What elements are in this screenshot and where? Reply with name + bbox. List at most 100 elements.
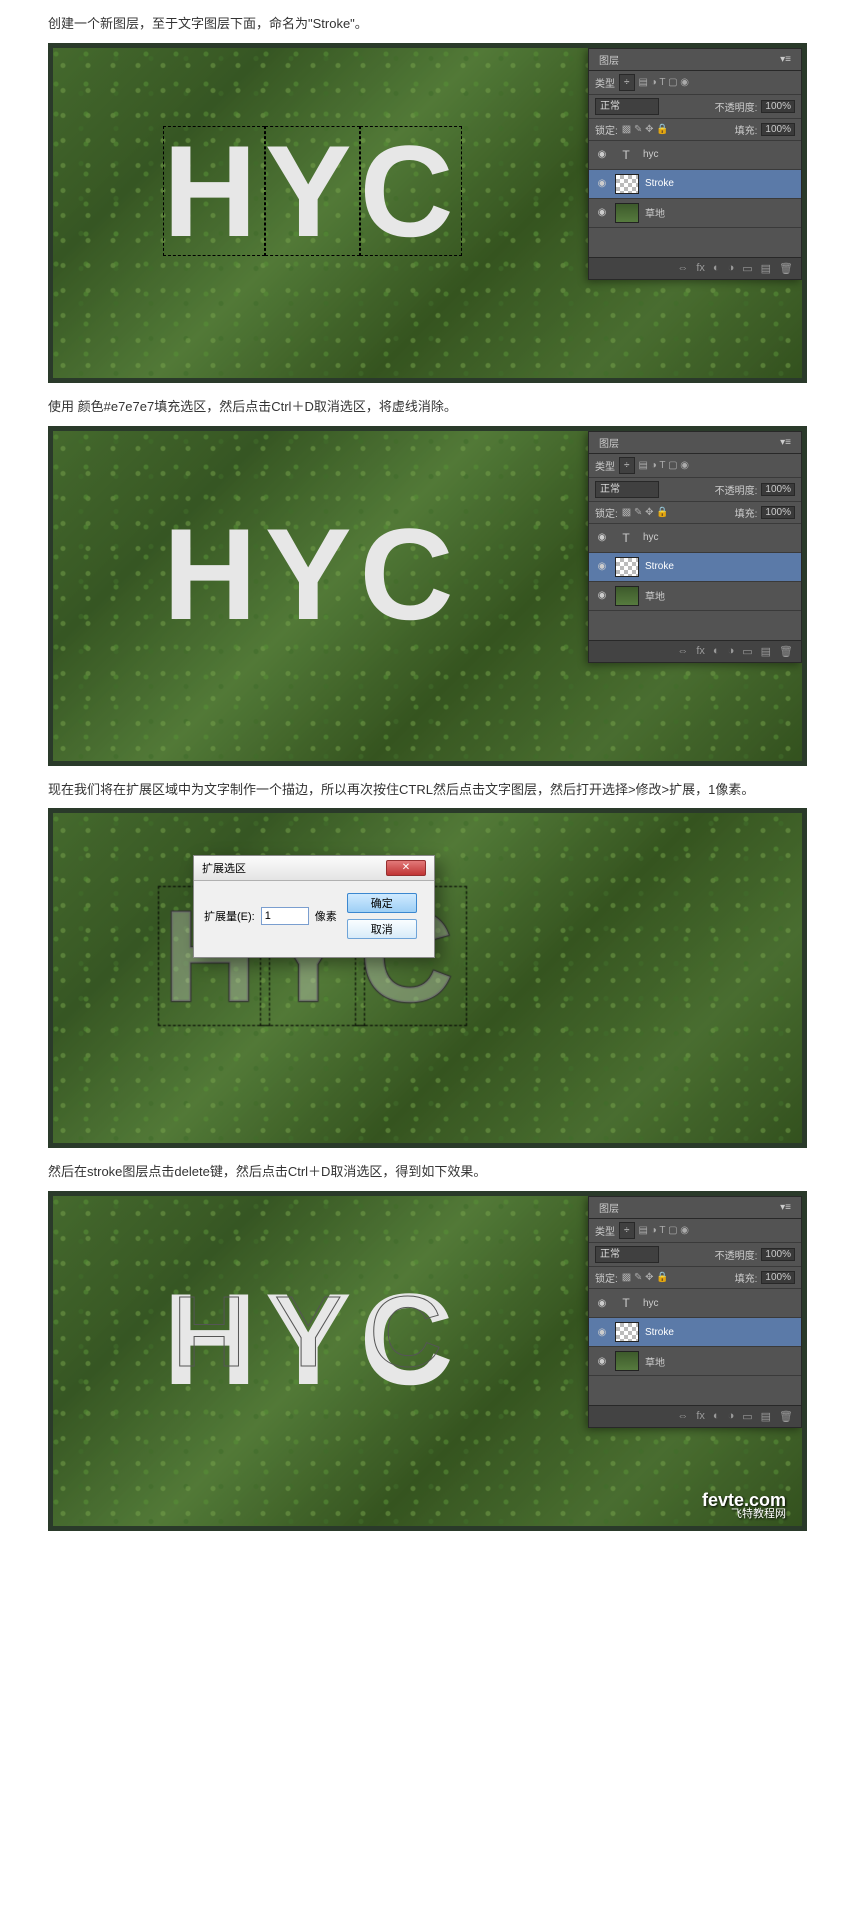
filter-dropdown[interactable]: ÷ <box>619 457 635 474</box>
blend-mode-select[interactable]: 正常 <box>595 98 659 115</box>
group-icon[interactable]: ▭ <box>742 1410 752 1423</box>
step4-caption: 然后在stroke图层点击delete键，然后点击Ctrl＋D取消选区，得到如下… <box>48 1162 807 1183</box>
panel-menu-icon[interactable]: ▾≡ <box>780 1202 791 1213</box>
panel-title: 图层 <box>599 52 619 67</box>
opacity-value[interactable]: 100% <box>761 483 795 496</box>
visibility-icon[interactable]: ◉ <box>595 149 609 160</box>
link-icon[interactable]: ⇔ <box>677 645 688 658</box>
new-layer-icon[interactable]: ▤ <box>761 645 771 658</box>
panel-bottom-icons[interactable]: ⇔ fx ◐ ◑ ▭ ▤ 🗑 <box>589 1405 801 1427</box>
visibility-icon[interactable]: ◉ <box>595 1327 609 1338</box>
visibility-icon[interactable]: ◉ <box>595 178 609 189</box>
stroke-layer-name: Stroke <box>645 561 674 572</box>
opacity-label: 不透明度: <box>715 482 758 497</box>
layer-grass[interactable]: ◉ 草地 <box>589 199 801 228</box>
layer-hyc[interactable]: ◉ T hyc <box>589 141 801 170</box>
close-icon[interactable]: ✕ <box>386 860 426 876</box>
mask-icon[interactable]: ◐ <box>713 645 720 658</box>
panel-menu-icon[interactable]: ▾≡ <box>780 437 791 448</box>
panel-bottom-icons[interactable]: ⇔ fx ◐ ◑ ▭ ▤ 🗑 <box>589 640 801 662</box>
group-icon[interactable]: ▭ <box>742 645 752 658</box>
visibility-icon[interactable]: ◉ <box>595 1356 609 1367</box>
visibility-icon[interactable]: ◉ <box>595 1298 609 1309</box>
panel-tab[interactable]: 图层 ▾≡ <box>589 1197 801 1219</box>
fill-value[interactable]: 100% <box>761 506 795 519</box>
visibility-icon[interactable]: ◉ <box>595 532 609 543</box>
lock-row: 锁定: ▩ ✎ ✥ 🔒 填充: 100% <box>589 119 801 141</box>
filter-icons[interactable]: ▤ ◑ T ▢ ◉ <box>639 460 690 471</box>
layer-grass[interactable]: ◉ 草地 <box>589 582 801 611</box>
filter-dropdown[interactable]: ÷ <box>619 1222 635 1239</box>
panel-tab[interactable]: 图层 ▾≡ <box>589 49 801 71</box>
lock-icons[interactable]: ▩ ✎ ✥ 🔒 <box>622 1272 669 1283</box>
filter-icons[interactable]: ▤ ◑ T ▢ ◉ <box>639 1225 690 1236</box>
filter-label: 类型 <box>595 1223 615 1238</box>
panel-tab[interactable]: 图层 ▾≡ <box>589 432 801 454</box>
expand-selection-dialog[interactable]: 扩展选区 ✕ 扩展量(E): 像素 确定 取消 <box>193 855 435 958</box>
layers-panel[interactable]: 图层 ▾≡ 类型 ÷ ▤ ◑ T ▢ ◉ 正常 不透明度: 100% 锁定: ▩… <box>588 48 802 280</box>
filter-dropdown[interactable]: ÷ <box>619 74 635 91</box>
cancel-button[interactable]: 取消 <box>347 919 417 939</box>
layer-stroke[interactable]: ◉ Stroke <box>589 553 801 582</box>
lock-icons[interactable]: ▩ ✎ ✥ 🔒 <box>622 124 669 135</box>
link-icon[interactable]: ⇔ <box>677 262 688 275</box>
fx-icon[interactable]: fx <box>696 1410 705 1423</box>
panel-title: 图层 <box>599 1200 619 1215</box>
layers-panel[interactable]: 图层 ▾≡ 类型÷▤ ◑ T ▢ ◉ 正常不透明度:100% 锁定:▩ ✎ ✥ … <box>588 1196 802 1428</box>
new-layer-icon[interactable]: ▤ <box>761 1410 771 1423</box>
dialog-title: 扩展选区 <box>202 860 246 876</box>
opacity-value[interactable]: 100% <box>761 100 795 113</box>
adjust-icon[interactable]: ◑ <box>728 1410 735 1423</box>
visibility-icon[interactable]: ◉ <box>595 561 609 572</box>
panel-menu-icon[interactable]: ▾≡ <box>780 54 791 65</box>
filter-label: 类型 <box>595 458 615 473</box>
filter-icons[interactable]: ▤ ◑ T ▢ ◉ <box>639 77 690 88</box>
lock-label: 锁定: <box>595 1270 618 1285</box>
layer-stroke[interactable]: ◉Stroke <box>589 1318 801 1347</box>
blend-mode-select[interactable]: 正常 <box>595 481 659 498</box>
adjust-icon[interactable]: ◑ <box>728 645 735 658</box>
grass-thumb <box>615 203 639 223</box>
opacity-label: 不透明度: <box>715 99 758 114</box>
blend-mode-select[interactable]: 正常 <box>595 1246 659 1263</box>
adjust-icon[interactable]: ◑ <box>728 262 735 275</box>
fx-icon[interactable]: fx <box>696 645 705 658</box>
dialog-titlebar[interactable]: 扩展选区 ✕ <box>194 856 434 881</box>
text-layer-icon: T <box>615 1294 637 1312</box>
mask-icon[interactable]: ◐ <box>713 1410 720 1423</box>
grass-thumb <box>615 1351 639 1371</box>
grass-layer-name: 草地 <box>645 588 665 603</box>
layers-panel[interactable]: 图层 ▾≡ 类型÷▤ ◑ T ▢ ◉ 正常不透明度:100% 锁定:▩ ✎ ✥ … <box>588 431 802 663</box>
link-icon[interactable]: ⇔ <box>677 1410 688 1423</box>
stroke-thumb <box>615 1322 639 1342</box>
ok-button[interactable]: 确定 <box>347 893 417 913</box>
panel-bottom-icons[interactable]: ⇔ fx ◐ ◑ ▭ ▤ 🗑 <box>589 257 801 279</box>
group-icon[interactable]: ▭ <box>742 262 752 275</box>
expand-amount-input[interactable] <box>261 907 309 925</box>
lock-label: 锁定: <box>595 122 618 137</box>
expand-unit: 像素 <box>315 908 337 924</box>
screenshot-3: HYC HYC 扩展选区 ✕ 扩展量(E): 像素 确定 取消 <box>48 808 807 1148</box>
stroke-thumb <box>615 174 639 194</box>
lock-icons[interactable]: ▩ ✎ ✥ 🔒 <box>622 507 669 518</box>
fx-icon[interactable]: fx <box>696 262 705 275</box>
trash-icon[interactable]: 🗑 <box>779 645 793 658</box>
opacity-value[interactable]: 100% <box>761 1248 795 1261</box>
fill-value[interactable]: 100% <box>761 123 795 136</box>
screenshot-2: HYC 图层 ▾≡ 类型÷▤ ◑ T ▢ ◉ 正常不透明度:100% 锁定:▩ … <box>48 426 807 766</box>
expand-field-label: 扩展量(E): <box>204 908 255 924</box>
layer-grass[interactable]: ◉草地 <box>589 1347 801 1376</box>
layer-stroke[interactable]: ◉ Stroke <box>589 170 801 199</box>
trash-icon[interactable]: 🗑 <box>779 262 793 275</box>
mask-icon[interactable]: ◐ <box>713 262 720 275</box>
trash-icon[interactable]: 🗑 <box>779 1410 793 1423</box>
visibility-icon[interactable]: ◉ <box>595 207 609 218</box>
new-layer-icon[interactable]: ▤ <box>761 262 771 275</box>
visibility-icon[interactable]: ◉ <box>595 590 609 601</box>
layer-hyc[interactable]: ◉Thyc <box>589 524 801 553</box>
step1-caption: 创建一个新图层，至于文字图层下面，命名为"Stroke"。 <box>48 14 807 35</box>
stroke-thumb <box>615 557 639 577</box>
fill-value[interactable]: 100% <box>761 1271 795 1284</box>
layer-hyc[interactable]: ◉Thyc <box>589 1289 801 1318</box>
filter-row: 类型 ÷ ▤ ◑ T ▢ ◉ <box>589 71 801 95</box>
